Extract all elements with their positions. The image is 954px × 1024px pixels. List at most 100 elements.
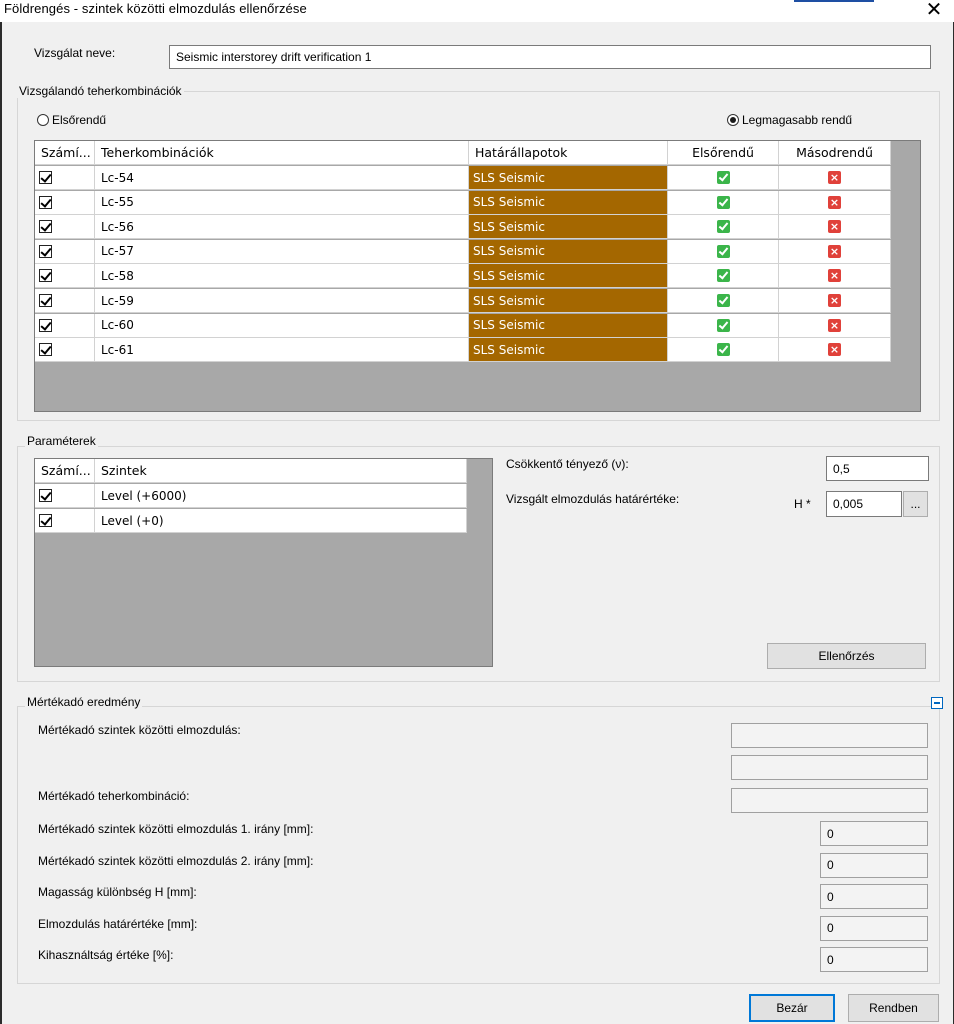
cross-fail-icon: × [828, 171, 841, 184]
cross-fail-icon: × [828, 244, 841, 258]
table-row[interactable]: Lc-55 SLS Seismic × [35, 190, 891, 215]
table-row[interactable]: Level (+6000) [35, 484, 467, 508]
drift-limit-label: Vizsgált elmozdulás határértéke: [506, 492, 680, 506]
row-checkbox[interactable] [39, 195, 52, 209]
utilization-label: Kihasználtság értéke [%]: [38, 948, 174, 963]
drift-dir-2-label: Mértékadó szintek közötti elmozdulás 2. … [38, 853, 314, 868]
select-cell[interactable] [35, 313, 95, 338]
governing-combination-output [731, 788, 928, 813]
column-header[interactable]: Határállapotok [469, 141, 668, 165]
ok-button[interactable]: Rendben [848, 994, 939, 1022]
combination-name: Lc-60 [95, 313, 469, 338]
drift-limit-browse-button[interactable]: ... [903, 491, 928, 517]
column-header[interactable]: Szintek [95, 459, 467, 483]
title-accent [794, 0, 874, 2]
second-order-cell: × [779, 239, 891, 264]
cross-fail-icon: × [828, 269, 841, 283]
select-cell[interactable] [35, 190, 95, 215]
table-row[interactable]: Lc-54 SLS Seismic × [35, 166, 891, 190]
window-title: Földrengés - szintek közötti elmozdulás … [4, 1, 307, 16]
check-ok-icon [716, 244, 730, 258]
cross-fail-icon: × [828, 294, 841, 307]
height-difference-label: Magasság különbség H [mm]: [38, 885, 197, 900]
column-header[interactable]: Számí... [35, 459, 95, 483]
cross-fail-icon: × [828, 220, 841, 234]
column-header[interactable]: Számí... [35, 141, 95, 165]
table-row[interactable]: Lc-61 SLS Seismic × [35, 338, 891, 363]
limit-state-cell: SLS Seismic [469, 338, 668, 363]
column-header[interactable]: Elsőrendű [668, 141, 779, 165]
select-cell[interactable] [35, 484, 95, 508]
select-cell[interactable] [35, 338, 95, 363]
reduction-factor-input[interactable]: 0,5 [826, 456, 929, 481]
select-cell[interactable] [35, 215, 95, 240]
check-ok-icon [716, 220, 730, 234]
drift-limit-input[interactable]: 0,005 [826, 491, 902, 517]
test-name-input[interactable]: Seismic interstorey drift verification 1 [169, 45, 931, 69]
cross-fail-icon: × [828, 343, 841, 357]
combination-name: Lc-59 [95, 289, 469, 313]
governing-drift-output-2 [731, 755, 928, 780]
check-ok-icon [716, 318, 730, 332]
first-order-cell [668, 239, 779, 264]
select-cell[interactable] [35, 239, 95, 264]
limit-state-cell: SLS Seismic [469, 289, 668, 313]
row-checkbox[interactable] [39, 220, 52, 234]
table-row[interactable]: Lc-58 SLS Seismic × [35, 264, 891, 289]
second-order-cell: × [779, 215, 891, 240]
table-header: Számí... Szintek [35, 459, 467, 483]
row-checkbox[interactable] [39, 514, 52, 527]
second-order-cell: × [779, 166, 891, 190]
combination-name: Lc-56 [95, 215, 469, 240]
cross-fail-icon: × [828, 195, 841, 209]
row-checkbox[interactable] [39, 244, 52, 258]
radio-first-order[interactable] [37, 114, 49, 126]
select-cell[interactable] [35, 289, 95, 313]
row-checkbox[interactable] [39, 171, 52, 184]
second-order-cell: × [779, 264, 891, 289]
radio-highest-order[interactable] [727, 114, 739, 126]
combination-name: Lc-55 [95, 190, 469, 215]
combination-name: Lc-57 [95, 239, 469, 264]
select-cell[interactable] [35, 509, 95, 533]
governing-drift-output-1 [731, 723, 928, 748]
row-checkbox[interactable] [39, 318, 52, 332]
table-row[interactable]: Lc-56 SLS Seismic × [35, 215, 891, 240]
row-checkbox[interactable] [39, 489, 52, 502]
check-ok-icon [716, 343, 730, 357]
table-row[interactable]: Lc-60 SLS Seismic × [35, 313, 891, 338]
limit-state-cell: SLS Seismic [469, 190, 668, 215]
radio-highest-order-label: Legmagasabb rendű [742, 113, 853, 127]
first-order-cell [668, 338, 779, 363]
close-icon[interactable]: ✕ [920, 0, 948, 22]
table-row[interactable]: Level (+0) [35, 509, 467, 533]
row-checkbox[interactable] [39, 269, 52, 283]
check-ok-icon [716, 171, 730, 184]
collapse-icon[interactable] [931, 697, 943, 709]
level-name: Level (+0) [95, 509, 467, 533]
check-button[interactable]: Ellenőrzés [767, 643, 926, 669]
first-order-cell [668, 190, 779, 215]
row-checkbox[interactable] [39, 294, 52, 307]
table-row[interactable]: Lc-57 SLS Seismic × [35, 239, 891, 264]
first-order-cell [668, 215, 779, 240]
combinations-table[interactable]: Számí... Teherkombinációk Határállapotok El… [34, 140, 921, 412]
radio-first-order-label: Elsőrendű [52, 113, 107, 127]
level-name: Level (+6000) [95, 484, 467, 508]
column-header[interactable]: Teherkombinációk [95, 141, 469, 165]
first-order-cell [668, 166, 779, 190]
close-button[interactable]: Bezár [749, 994, 835, 1022]
select-cell[interactable] [35, 166, 95, 190]
window-edge-left [0, 22, 2, 1024]
column-header[interactable]: Másodrendű [779, 141, 891, 165]
limit-state-cell: SLS Seismic [469, 313, 668, 338]
combination-name: Lc-61 [95, 338, 469, 363]
levels-table[interactable]: Számí... Szintek Level (+6000) Level (+0) [34, 458, 493, 667]
governing-combination-label: Mértékadó teherkombináció: [38, 789, 190, 803]
governing-drift-label: Mértékadó szintek közötti elmozdulás: [38, 723, 241, 737]
table-row[interactable]: Lc-59 SLS Seismic × [35, 289, 891, 313]
drift-limit-prefix: H * [794, 497, 811, 511]
result-group-title: Mértékadó eredmény [25, 695, 143, 709]
select-cell[interactable] [35, 264, 95, 289]
row-checkbox[interactable] [39, 343, 52, 357]
